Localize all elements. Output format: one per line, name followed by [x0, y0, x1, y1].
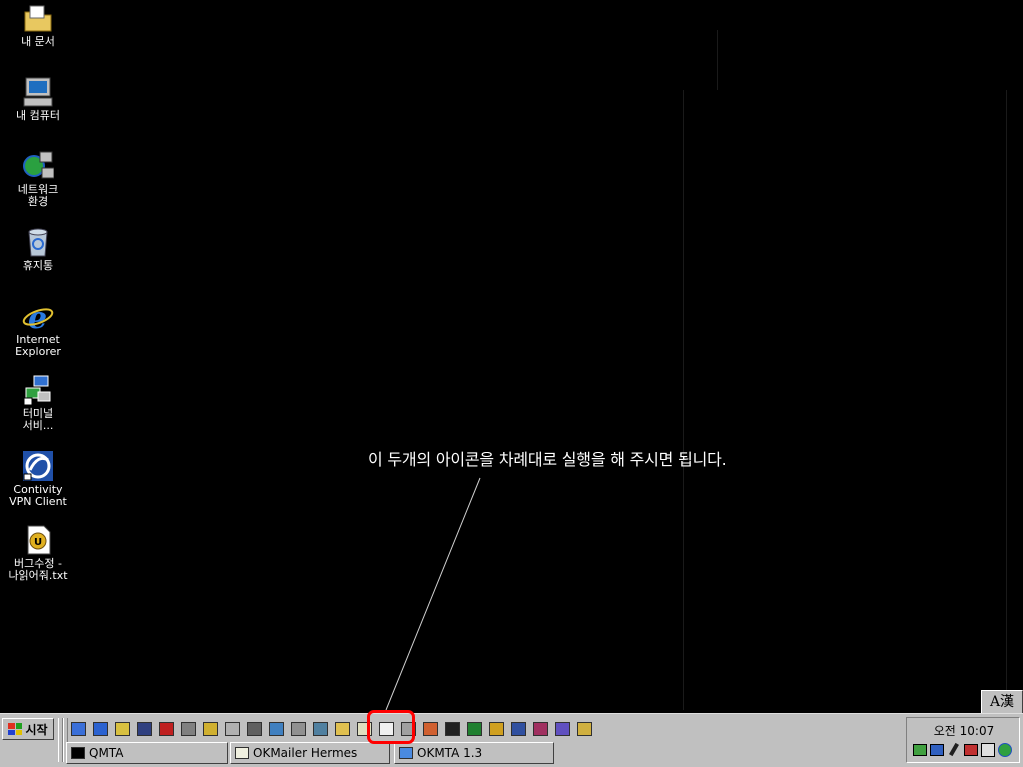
console-app-icon	[71, 747, 85, 759]
quick-launch-bar	[68, 719, 594, 739]
tray-globe-icon[interactable]	[997, 742, 1012, 757]
svg-text:e: e	[28, 301, 47, 332]
ime-indicator[interactable]: A漢	[981, 690, 1023, 714]
app-quick-icon-9[interactable]	[244, 719, 264, 739]
task-okmailer-hermes[interactable]: OKMailer Hermes	[230, 742, 390, 764]
recycle-bin-icon	[22, 226, 54, 258]
clock[interactable]: 오전 10:07	[907, 722, 1021, 739]
app-quick-icon-4[interactable]	[134, 719, 154, 739]
svg-text:U: U	[34, 537, 42, 548]
app-quick-icon-5[interactable]	[156, 719, 176, 739]
terminal-services-icon	[22, 374, 54, 406]
image-quick-icon[interactable]	[420, 719, 440, 739]
app-quick-icon-6[interactable]	[178, 719, 198, 739]
text-file-icon: U	[22, 524, 54, 556]
windows-logo-icon	[8, 723, 23, 735]
background-line	[717, 30, 718, 90]
system-tray: 오전 10:07	[906, 717, 1020, 763]
app-quick-icon-24[interactable]	[574, 719, 594, 739]
network-icon	[22, 150, 55, 182]
app-quick-icon-12-glyph	[312, 722, 328, 736]
folder-quick-icon-glyph	[334, 722, 350, 736]
ultraedit-quick-icon[interactable]	[486, 719, 506, 739]
ie-quick-icon-glyph	[92, 722, 108, 736]
task-okmta[interactable]: OKMTA 1.3	[394, 742, 554, 764]
desktop-item-contivity-vpn[interactable]: Contivity VPN Client	[0, 450, 78, 508]
annotation-text: 이 두개의 아이콘을 차례대로 실행을 해 주시면 됩니다.	[368, 450, 727, 469]
start-label: 시작	[25, 722, 48, 737]
settings-quick-icon-glyph	[290, 722, 306, 736]
window-app-icon	[235, 747, 249, 759]
app-quick-icon-24-glyph	[576, 722, 592, 736]
annotation-pointer-line	[385, 477, 481, 711]
my-documents-icon	[22, 2, 54, 34]
search-quick-icon-glyph	[202, 722, 218, 736]
app-quick-icon-10[interactable]	[266, 719, 286, 739]
settings-quick-icon[interactable]	[288, 719, 308, 739]
desktop-item-network[interactable]: 네트워크 환경	[0, 150, 78, 208]
background-line	[1006, 90, 1007, 710]
console-quick-icon-glyph	[444, 722, 460, 736]
contivity-vpn-icon	[22, 450, 54, 482]
app-quick-icon-10-glyph	[268, 722, 284, 736]
monitor-quick-icon-glyph	[510, 722, 526, 736]
search-quick-icon[interactable]	[200, 719, 220, 739]
home-quick-icon-glyph	[224, 722, 240, 736]
taskbar: 시작 QMTA OKMailer Hermes OKMTA 1.3 오전 10:…	[0, 713, 1023, 767]
gem-quick-icon-glyph	[466, 722, 482, 736]
internet-explorer-icon: e	[22, 300, 54, 336]
app-quick-icon-22-glyph	[532, 722, 548, 736]
desktop-item-text-file[interactable]: U 버그수정 - 나읽어줘.txt	[0, 524, 78, 582]
console-quick-icon[interactable]	[442, 719, 462, 739]
tray-pen-icon[interactable]	[946, 742, 961, 757]
app-quick-icon-6-glyph	[180, 722, 196, 736]
desktop-item-my-documents[interactable]: 내 문서	[0, 2, 78, 48]
image-quick-icon-glyph	[422, 722, 438, 736]
tray-computer-icon[interactable]	[963, 742, 978, 757]
app-quick-icon-9-glyph	[246, 722, 262, 736]
ie-app-icon	[399, 747, 413, 759]
ultraedit-quick-icon-glyph	[488, 722, 504, 736]
home-quick-icon[interactable]	[222, 719, 242, 739]
app-quick-icon-12[interactable]	[310, 719, 330, 739]
show-desktop-icon[interactable]	[68, 719, 88, 739]
desktop-item-internet-explorer[interactable]: e Internet Explorer	[0, 300, 78, 358]
highlight-box	[367, 710, 415, 744]
start-button[interactable]: 시작	[2, 718, 54, 740]
monitor-quick-icon[interactable]	[508, 719, 528, 739]
app-quick-icon-23[interactable]	[552, 719, 572, 739]
folder-quick-icon[interactable]	[332, 719, 352, 739]
task-qmta[interactable]: QMTA	[66, 742, 228, 764]
tray-app-icon[interactable]	[980, 742, 995, 757]
background-line	[683, 90, 684, 710]
show-desktop-icon-glyph	[70, 722, 86, 736]
outlook-quick-icon-glyph	[114, 722, 130, 736]
my-computer-icon	[22, 76, 54, 108]
desktop-item-recycle-bin[interactable]: 휴지통	[0, 226, 78, 272]
app-quick-icon-22[interactable]	[530, 719, 550, 739]
tray-network-icon[interactable]	[929, 742, 944, 757]
outlook-quick-icon[interactable]	[112, 719, 132, 739]
app-quick-icon-4-glyph	[136, 722, 152, 736]
app-quick-icon-23-glyph	[554, 722, 570, 736]
desktop-item-my-computer[interactable]: 내 컴퓨터	[0, 76, 78, 122]
app-quick-icon-5-glyph	[158, 722, 174, 736]
gem-quick-icon[interactable]	[464, 719, 484, 739]
tray-monitor-icon[interactable]	[912, 742, 927, 757]
desktop-item-terminal-services[interactable]: 터미널 서비...	[0, 374, 78, 432]
ie-quick-icon[interactable]	[90, 719, 110, 739]
